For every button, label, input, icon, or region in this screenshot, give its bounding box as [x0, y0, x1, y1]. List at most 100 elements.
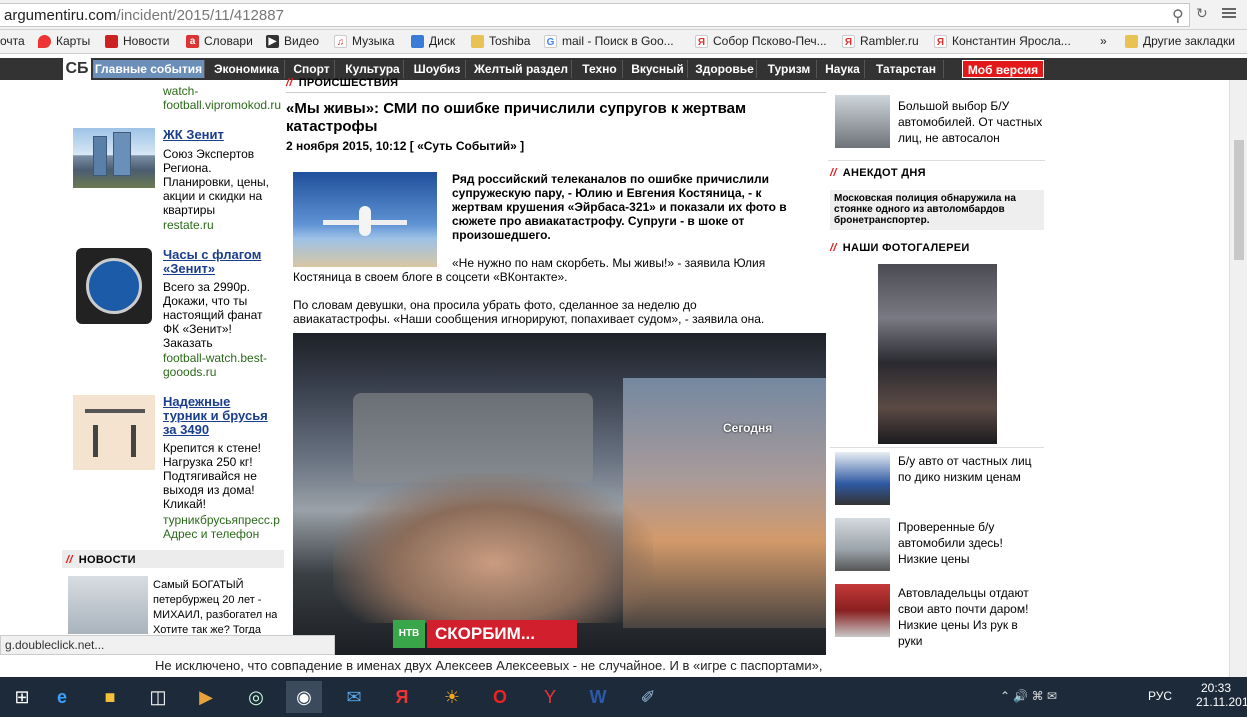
ad-text-watch: Всего за 2990р. Докажи, что ты настоящий… — [163, 280, 263, 350]
folder-icon — [471, 34, 484, 48]
ad-image-bars[interactable] — [73, 395, 155, 470]
section-label: //ПРОИСШЕСТВИЯ — [286, 77, 399, 89]
menu-icon[interactable] — [1222, 6, 1236, 20]
nav-health[interactable]: Здоровье — [693, 60, 757, 78]
bookmark-news[interactable]: Новости — [105, 34, 169, 48]
bookmark-konstantin[interactable]: Я Константин Яросла... — [934, 34, 1071, 48]
ad-site-top[interactable]: watch- football.vipromokod.ru — [163, 84, 281, 112]
article-title: «Мы живы»: СМИ по ошибке причислили супр… — [286, 100, 747, 135]
article-photo[interactable]: Сегодня НТВ СКОРБИМ... — [293, 333, 826, 655]
ad-title-zenit-complex[interactable]: ЖК Зенит — [163, 128, 224, 142]
media-icon[interactable]: ▶ — [188, 681, 224, 713]
article-paragraph-1: «Не нужно по нам скорбеть. Мы живы!» - з… — [293, 256, 766, 284]
opera-icon[interactable]: O — [482, 681, 518, 713]
page-scrollbar[interactable] — [1229, 80, 1247, 677]
article-paragraph-2: По словам девушки, она просила убрать фо… — [293, 298, 765, 326]
nav-tourism[interactable]: Туризм — [762, 60, 817, 78]
start-icon[interactable]: ⊞ — [4, 681, 40, 713]
article-bottom-text: Не исключено, что совпадение в именах дв… — [155, 658, 823, 673]
article-date: 2 ноября 2015, 10:12 [ «Суть Событий» ] — [286, 139, 525, 153]
reload-icon[interactable]: ↻ — [1196, 5, 1208, 22]
nav-main-events[interactable]: Главные события — [93, 60, 205, 78]
site-nav: СБ Главные события Экономика Спорт Культ… — [0, 58, 1247, 80]
right-ad-image-1[interactable] — [835, 452, 890, 505]
nav-tasty[interactable]: Вкусный — [628, 60, 688, 78]
language-indicator[interactable]: РУС — [1148, 689, 1172, 703]
ad-title-bars[interactable]: Надежные турник и брусья за 3490 — [163, 395, 268, 437]
bookmark-google-mail[interactable]: Gmail - Поиск в Goo... — [544, 34, 674, 48]
nav-mobile-version[interactable]: Моб версия — [962, 60, 1044, 78]
bookmark-rambler[interactable]: Я Rambler.ru — [842, 34, 919, 48]
video-icon: ▶ — [266, 34, 279, 48]
nav-economy[interactable]: Экономика — [209, 60, 285, 78]
right-ad-text-1[interactable]: Б/у авто от частных лиц по дико низким ц… — [898, 453, 1032, 485]
bookmark-other[interactable]: Другие закладки — [1125, 34, 1235, 48]
nav-showbiz[interactable]: Шоубиз — [409, 60, 466, 78]
url-host: argumentiru.com — [4, 7, 117, 24]
bookmark-dictionaries[interactable]: a Словари — [186, 34, 253, 48]
site-logo[interactable]: СБ — [63, 58, 91, 80]
disk-icon — [411, 34, 424, 48]
edge-icon[interactable]: e — [44, 681, 80, 713]
right-ad-image-3[interactable] — [835, 584, 890, 637]
app-icon[interactable]: ◎ — [238, 681, 274, 713]
news-item-text[interactable]: Самый БОГАТЫЙ петербуржец 20 лет - МИХАИ… — [153, 578, 277, 634]
scrollbar-thumb[interactable] — [1234, 140, 1244, 260]
news-image[interactable] — [68, 576, 148, 634]
bookmarks-overflow[interactable]: » — [1100, 34, 1107, 48]
bookmark-music[interactable]: ♫ Музыка — [334, 34, 394, 48]
nav-science[interactable]: Наука — [821, 60, 865, 78]
article-thumb-plane[interactable] — [293, 172, 437, 267]
right-top-ad-text[interactable]: Большой выбор Б/У автомобилей. От частны… — [898, 98, 1042, 146]
ad-site-watch[interactable]: football-watch.best- gooods.ru — [163, 351, 267, 379]
dictionary-icon: a — [186, 34, 199, 48]
explorer-icon[interactable]: ■ — [92, 681, 128, 713]
nav-tatarstan[interactable]: Татарстан — [869, 60, 944, 78]
gallery-photo[interactable] — [878, 264, 997, 444]
news-icon — [105, 34, 118, 48]
clock[interactable]: 20:33 21.11.2015 — [1196, 681, 1247, 709]
nav-yellow[interactable]: Желтый раздел — [471, 60, 572, 78]
ad-image-building[interactable] — [73, 128, 155, 188]
right-ad-image-2[interactable] — [835, 518, 890, 571]
nav-tech[interactable]: Техно — [577, 60, 623, 78]
chrome-icon[interactable]: ◉ — [286, 681, 322, 713]
map-pin-icon — [38, 34, 51, 48]
ad-site-bars[interactable]: турникбрусьяпресс.р Адрес и телефон — [163, 513, 280, 541]
paint-icon[interactable]: ✐ — [630, 681, 666, 713]
ad-site-restate[interactable]: restate.ru — [163, 218, 214, 232]
store-icon[interactable]: ◫ — [140, 681, 176, 713]
music-icon: ♫ — [334, 34, 347, 48]
bookmarks-bar: очта Карты Новости a Словари ▶ Видео ♫ Музы… — [0, 30, 1247, 54]
weather-icon[interactable]: ☀ — [434, 681, 470, 713]
tv-screen-sunset — [623, 378, 826, 628]
tray-icons[interactable]: ⌃ 🔊 ⌘ ✉ — [1000, 689, 1057, 703]
ad-image-watch[interactable] — [76, 248, 152, 324]
nav-sport[interactable]: Спорт — [289, 60, 335, 78]
ad-title-watch[interactable]: Часы с флагом «Зенит» — [163, 248, 261, 276]
bookmark-disk[interactable]: Диск — [411, 34, 455, 48]
mail-icon[interactable]: ✉ — [336, 681, 372, 713]
article-lead: Ряд российский телеканалов по ошибке при… — [452, 172, 787, 242]
yandex-icon[interactable]: Я — [384, 681, 420, 713]
word-icon[interactable]: W — [580, 681, 616, 713]
yandex-browser-icon[interactable]: Y — [532, 681, 568, 713]
people-shape — [333, 473, 653, 623]
gallery-header: //НАШИ ФОТОГАЛЕРЕИ — [830, 242, 970, 254]
bookmark-video[interactable]: ▶ Видео — [266, 34, 319, 48]
folder-icon — [1125, 34, 1138, 48]
bookmark-maps[interactable]: Карты — [38, 34, 90, 48]
right-ad-text-2[interactable]: Проверенные б/у автомобили здесь! Низкие… — [898, 519, 1003, 567]
bookmark-sobor[interactable]: Я Собор Псково-Печ... — [695, 34, 827, 48]
clock-time: 20:33 — [1200, 681, 1232, 695]
url-field[interactable]: argumentiru.com/incident/2015/11/412887 … — [0, 3, 1190, 27]
right-ad-car-image[interactable] — [835, 95, 890, 148]
ad-text-bars: Крепится к стене! Нагрузка 250 кг! Подтя… — [163, 441, 261, 511]
bookmark-toshiba[interactable]: Toshiba — [471, 34, 530, 48]
nav-culture[interactable]: Культура — [342, 60, 404, 78]
ntv-logo: НТВ — [393, 620, 425, 648]
bookmark-mail[interactable]: очта — [0, 34, 25, 48]
search-icon[interactable]: ⚲ — [1172, 6, 1184, 26]
right-ad-text-3[interactable]: Автовладельцы отдают свои авто почти дар… — [898, 585, 1029, 649]
yandex-icon: Я — [695, 34, 708, 48]
